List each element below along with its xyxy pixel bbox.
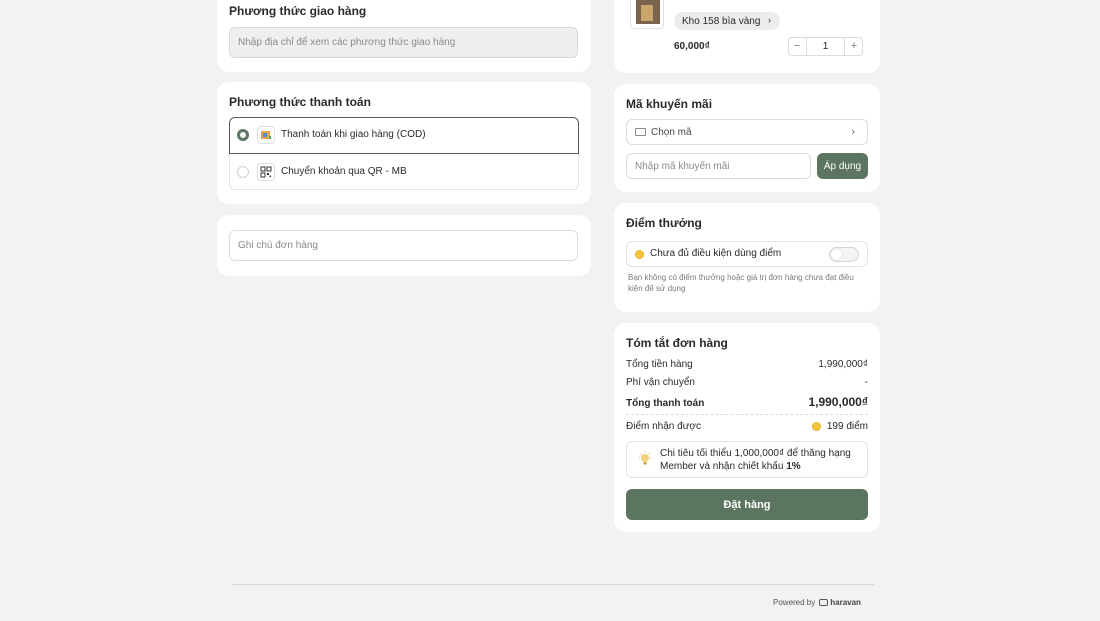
- powered-by-label: Powered by: [773, 598, 816, 607]
- tier-tip-percent: 1%: [786, 461, 801, 472]
- summary-title: Tóm tắt đơn hàng: [626, 336, 728, 350]
- coin-icon: [811, 422, 821, 431]
- shipping-fee-label: Phí vận chuyển: [626, 377, 695, 388]
- subtotal-row: Tổng tiền hàng 1,990,000₫: [626, 359, 868, 370]
- subtotal-value: 1,990,000₫: [818, 359, 868, 370]
- ticket-icon: [635, 128, 646, 136]
- points-status-label: Chưa đủ điều kiện dùng điểm: [650, 248, 782, 259]
- promo-select-label: Chọn mã: [651, 126, 692, 138]
- quantity-plus-button[interactable]: +: [844, 38, 863, 55]
- payment-cod-label: Thanh toán khi giao hàng (COD): [281, 129, 426, 140]
- shipping-fee-value: -: [864, 377, 868, 388]
- variant-label: Kho 158 bìa vàng: [682, 15, 761, 27]
- shipping-fee-row: Phí vận chuyển -: [626, 377, 868, 388]
- earned-points-row: Điểm nhận được 199 điểm: [626, 421, 868, 432]
- payment-qr-radio[interactable]: [237, 166, 249, 178]
- haravan-logo-icon: [819, 599, 829, 606]
- tier-tip-text: Chi tiêu tối thiểu 1,000,000₫ để thăng h…: [660, 447, 860, 473]
- coin-icon: [635, 250, 644, 259]
- shipping-title: Phương thức giao hàng: [229, 4, 367, 18]
- total-label: Tổng thanh toán: [626, 398, 705, 409]
- points-title: Điểm thưởng: [626, 216, 702, 230]
- summary-divider: [626, 414, 868, 415]
- shipping-address-field[interactable]: Nhập địa chỉ để xem các phương thức giao…: [229, 27, 578, 58]
- payment-cod-radio[interactable]: [237, 129, 249, 141]
- subtotal-label: Tổng tiền hàng: [626, 359, 693, 370]
- payment-qr-label: Chuyển khoản qua QR - MB: [281, 166, 407, 177]
- product-price: 60,000₫: [674, 41, 710, 52]
- quantity-value[interactable]: 1: [807, 38, 844, 55]
- cod-icon: [257, 126, 275, 144]
- chevron-right-icon: ›: [768, 15, 771, 25]
- payment-title: Phương thức thanh toán: [229, 95, 371, 109]
- chevron-right-icon: ›: [851, 126, 855, 138]
- points-toggle[interactable]: [829, 247, 859, 262]
- haravan-brand[interactable]: haravan: [830, 598, 861, 607]
- promo-title: Mã khuyến mãi: [626, 97, 713, 111]
- tier-tip-main: Chi tiêu tối thiểu 1,000,000₫ để thăng h…: [660, 448, 851, 472]
- apply-promo-button[interactable]: Áp dụng: [817, 153, 868, 179]
- order-note-field[interactable]: Ghi chú đơn hàng: [229, 230, 578, 261]
- footer-divider: [231, 584, 874, 585]
- points-note: Bạn không có điểm thưởng hoặc giá trị đơ…: [628, 273, 854, 293]
- promo-code-input[interactable]: Nhập mã khuyến mãi: [626, 153, 811, 179]
- lightbulb-icon: [637, 451, 653, 472]
- place-order-button[interactable]: Đặt hàng: [626, 489, 868, 520]
- quantity-minus-button[interactable]: −: [788, 38, 807, 55]
- total-row: Tổng thanh toán 1,990,000₫: [626, 395, 868, 409]
- earned-points-label: Điểm nhận được: [626, 421, 701, 432]
- earned-points-value: 199 điểm: [826, 421, 868, 432]
- total-value: 1,990,000₫: [808, 395, 868, 409]
- qr-code-icon: [257, 163, 275, 181]
- variant-pill[interactable]: Kho 158 bìa vàng ›: [674, 12, 780, 30]
- promo-select[interactable]: Chọn mã ›: [626, 119, 868, 145]
- product-thumbnail: [630, 0, 664, 29]
- powered-by: Powered by haravan: [773, 598, 861, 607]
